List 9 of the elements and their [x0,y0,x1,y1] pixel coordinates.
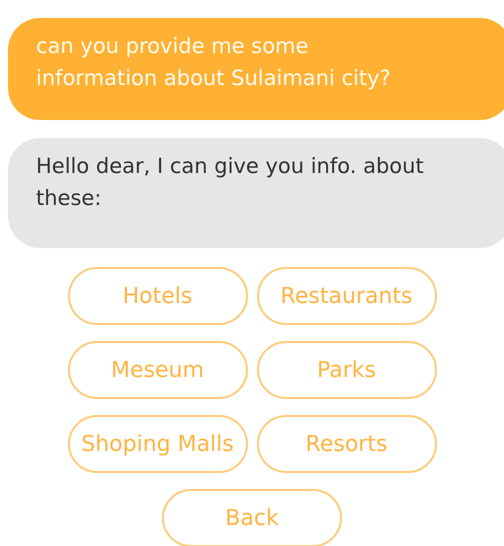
option-button[interactable]: Meseum [68,341,248,399]
bot-message: Hello dear, I can give you info. about these: [8,138,504,248]
user-message: can you provide me some information about Sulaimani city? [8,18,504,120]
option-button[interactable]: Resorts [256,415,436,473]
option-button[interactable]: Shoping Malls [68,415,248,473]
option-button[interactable]: Hotels [68,267,248,325]
option-button[interactable]: Restaurants [256,267,436,325]
option-button[interactable]: Parks [256,341,436,399]
option-button[interactable]: Back [162,489,342,546]
